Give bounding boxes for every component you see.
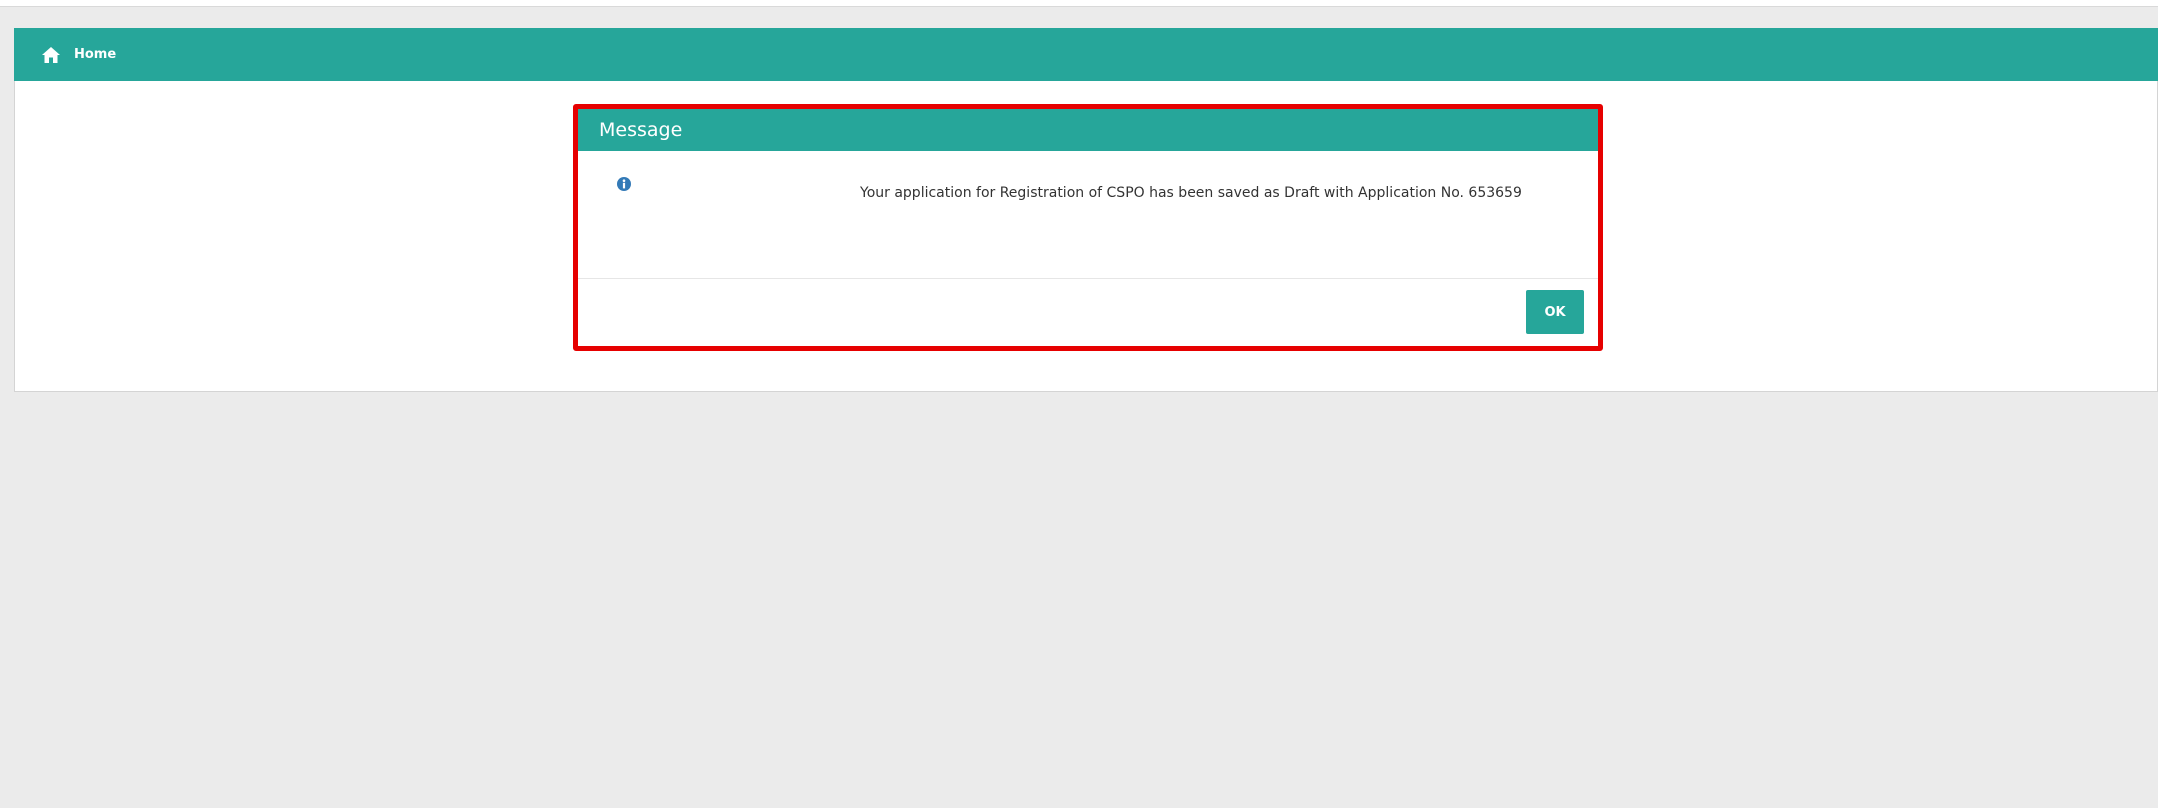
home-link[interactable]: Home [74, 47, 116, 62]
home-icon[interactable] [42, 46, 60, 63]
dialog-footer: OK [578, 279, 1598, 347]
message-dialog: Message Your application for Registratio… [573, 104, 1603, 351]
ok-button[interactable]: OK [1526, 290, 1584, 334]
nav-bar: Home [14, 28, 2158, 81]
dialog-title: Message [578, 109, 1598, 151]
top-border [0, 0, 2158, 7]
message-text: Your application for Registration of CSP… [860, 185, 1522, 201]
dialog-body: Your application for Registration of CSP… [578, 151, 1598, 279]
info-icon [617, 176, 631, 191]
